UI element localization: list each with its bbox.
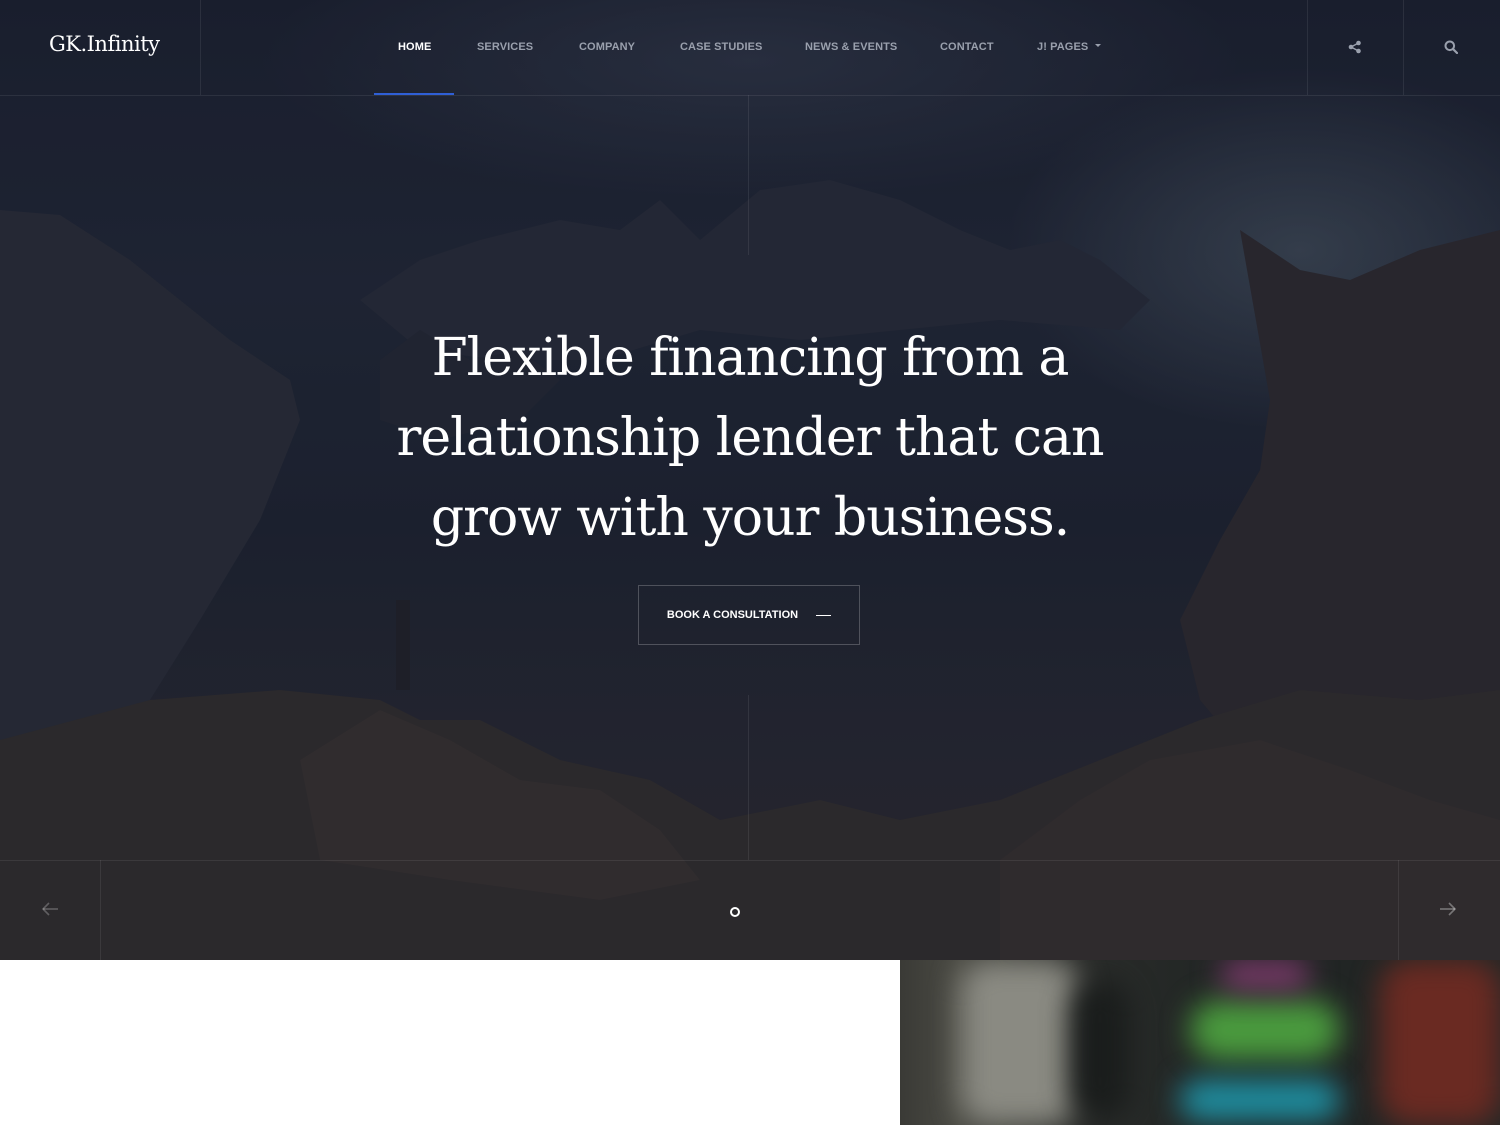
nav-item-case-studies[interactable]: CASE STUDIES xyxy=(680,41,763,53)
hero-headline-line: Flexible financing from a xyxy=(431,328,1070,388)
blurred-photo xyxy=(900,960,1500,1125)
dash-icon xyxy=(816,614,832,616)
hero-section: GK.Infinity HOME SERVICES COMPANY CASE S… xyxy=(0,0,1500,960)
hero-headline: Flexible financing from a relationship l… xyxy=(375,318,1125,558)
nav-item-j-pages-label: J! PAGES xyxy=(1037,41,1089,53)
share-icon[interactable] xyxy=(1348,40,1362,54)
arrow-right-icon[interactable] xyxy=(1438,900,1458,918)
hero-headline-line: grow with your business. xyxy=(430,488,1070,548)
hero-headline-line: relationship lender that can xyxy=(396,408,1105,468)
slider-dot[interactable] xyxy=(730,907,740,917)
arrow-left-icon[interactable] xyxy=(40,900,60,918)
book-consultation-label: BOOK A CONSULTATION xyxy=(666,609,799,621)
nav-item-news-events[interactable]: NEWS & EVENTS xyxy=(805,41,897,53)
site-header: GK.Infinity HOME SERVICES COMPANY CASE S… xyxy=(0,0,1500,95)
chevron-down-icon xyxy=(1095,43,1102,47)
search-icon[interactable] xyxy=(1444,40,1458,54)
nav-item-services[interactable]: SERVICES xyxy=(477,41,533,53)
nav-item-home[interactable]: HOME xyxy=(398,41,431,53)
site-logo[interactable]: GK.Infinity xyxy=(49,32,160,56)
nav-item-contact[interactable]: CONTACT xyxy=(940,41,994,53)
nav-item-company[interactable]: COMPANY xyxy=(579,41,635,53)
active-nav-indicator xyxy=(374,93,454,95)
nav-item-j-pages[interactable]: J! PAGES xyxy=(1037,41,1102,53)
content-section-blank xyxy=(0,960,900,1125)
book-consultation-button[interactable]: BOOK A CONSULTATION xyxy=(638,585,860,645)
